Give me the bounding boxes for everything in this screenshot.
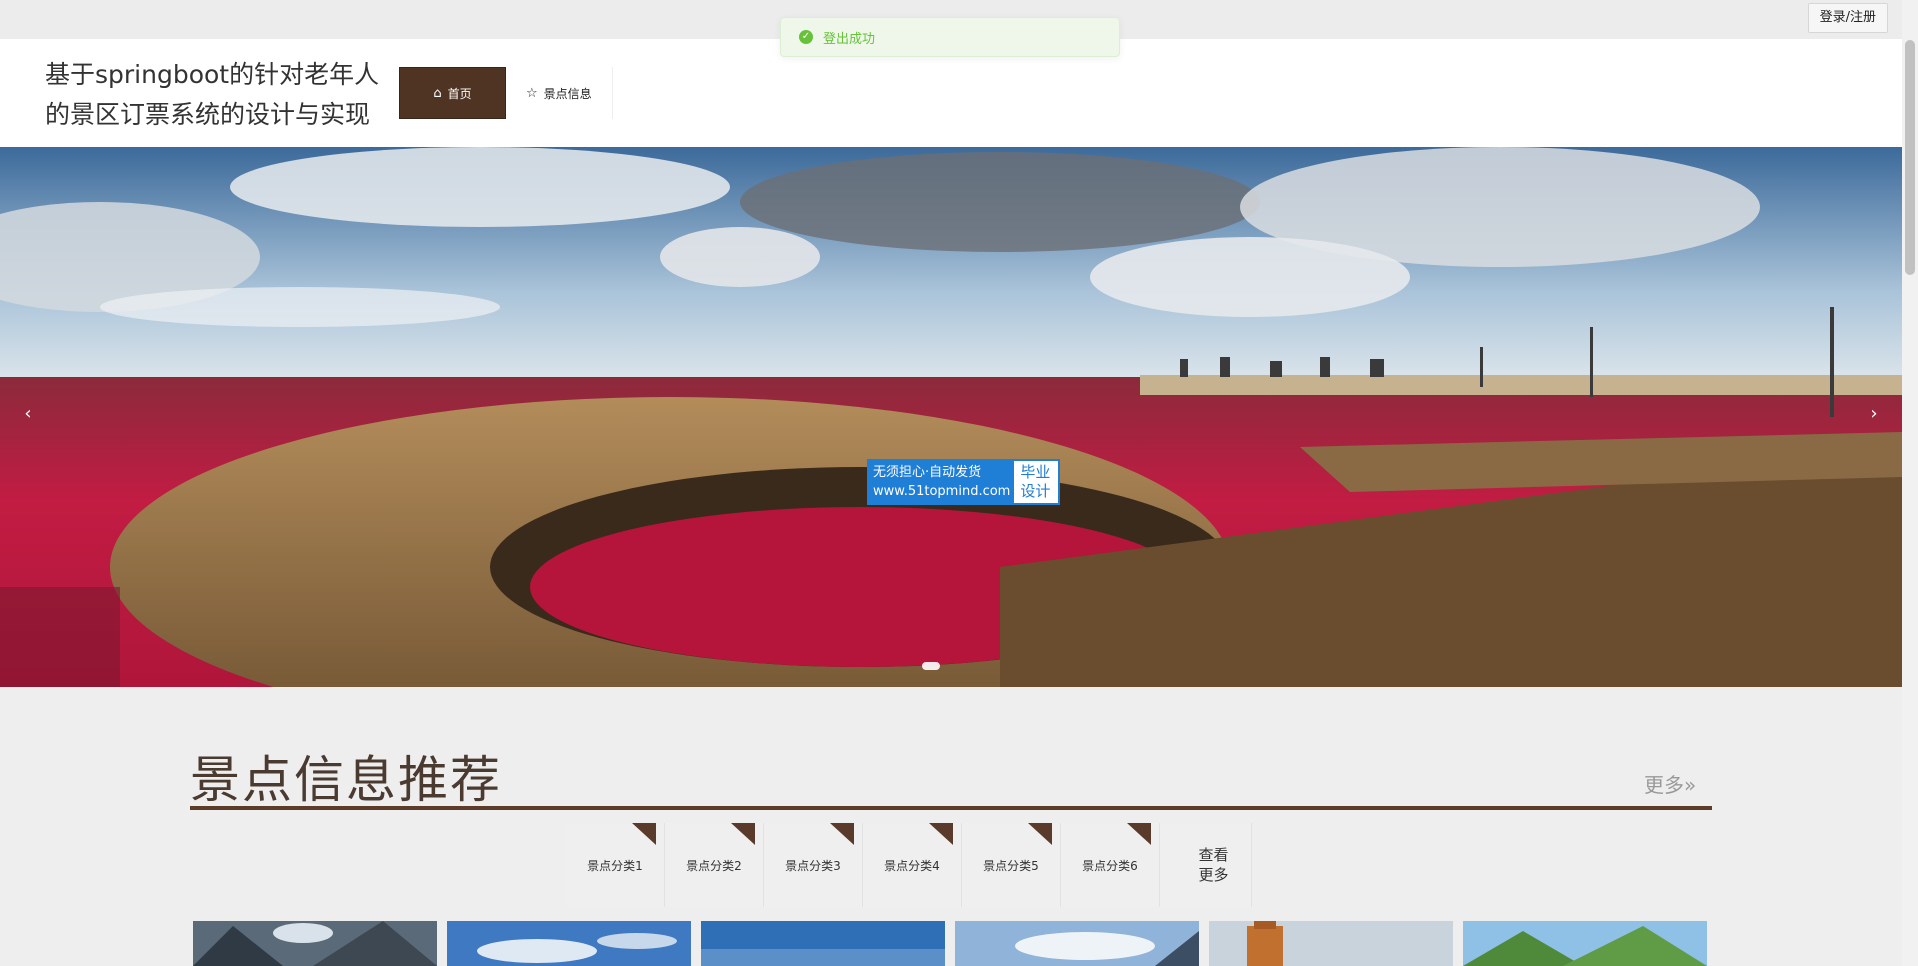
watermark-line1: 无须担心·自动发货 — [873, 465, 982, 480]
attraction-image — [701, 921, 945, 966]
category-tab[interactable]: 景点分类6 — [1061, 823, 1160, 907]
category-tab[interactable]: 景点分类4 — [863, 823, 962, 907]
category-tabs: 景点分类1 景点分类2 景点分类3 景点分类4 景点分类5 景点分类6 查看更多 — [566, 823, 1252, 907]
section-divider — [190, 806, 1712, 810]
section-title: 景点信息推荐 — [190, 751, 502, 809]
hero-image — [0, 147, 1902, 687]
attraction-thumbnails — [193, 921, 1707, 966]
category-label: 景点分类5 — [983, 858, 1039, 873]
site-title: 基于springboot的针对老年人的景区订票系统的设计与实现 — [45, 60, 380, 129]
corner-flag-icon — [830, 823, 854, 845]
attraction-image — [447, 921, 691, 966]
attraction-card[interactable] — [701, 921, 945, 966]
carousel-indicators — [922, 662, 940, 670]
main-nav: ⌂ 首页 ☆ 景点信息 — [399, 67, 613, 119]
category-tab[interactable]: 景点分类5 — [962, 823, 1061, 907]
category-tab[interactable]: 景点分类2 — [665, 823, 764, 907]
attraction-card[interactable] — [1209, 921, 1453, 966]
attraction-image — [193, 921, 437, 966]
carousel-next-button[interactable]: › — [1862, 402, 1886, 426]
star-icon: ☆ — [526, 85, 538, 101]
chevron-left-icon: ‹ — [24, 403, 32, 424]
check-circle-icon: ✓ — [799, 30, 813, 44]
watermark-right: 毕业设计 — [1014, 461, 1059, 503]
carousel-dot[interactable] — [922, 662, 940, 670]
category-tab[interactable]: 景点分类1 — [566, 823, 665, 907]
watermark-badge: 无须担心·自动发货 www.51topmind.com 毕业设计 — [867, 459, 1061, 505]
corner-flag-icon — [632, 823, 656, 845]
nav-item-label: 景点信息 — [543, 86, 592, 101]
toast-message: 登出成功 — [823, 31, 876, 47]
login-register-button[interactable]: 登录/注册 — [1807, 3, 1888, 33]
category-label: 景点分类4 — [884, 858, 940, 873]
corner-flag-icon — [1127, 823, 1151, 845]
attraction-image — [955, 921, 1199, 966]
attraction-image — [1463, 921, 1707, 966]
see-more-label: 查看更多 — [1198, 846, 1229, 884]
watermark-left: 无须担心·自动发货 www.51topmind.com — [869, 461, 1015, 503]
success-toast: ✓ 登出成功 — [780, 17, 1120, 57]
attraction-image — [1209, 921, 1453, 966]
attraction-card[interactable] — [1463, 921, 1707, 966]
category-tab[interactable]: 景点分类3 — [764, 823, 863, 907]
nav-item-home[interactable]: ⌂ 首页 — [399, 67, 506, 119]
see-more-button[interactable]: 查看更多 — [1160, 823, 1252, 907]
category-label: 景点分类6 — [1082, 858, 1138, 873]
corner-flag-icon — [929, 823, 953, 845]
category-label: 景点分类1 — [587, 858, 643, 873]
carousel-prev-button[interactable]: ‹ — [16, 402, 40, 426]
corner-flag-icon — [1028, 823, 1052, 845]
category-label: 景点分类3 — [785, 858, 841, 873]
category-label: 景点分类2 — [686, 858, 742, 873]
corner-flag-icon — [731, 823, 755, 845]
more-link[interactable]: 更多» — [1644, 769, 1696, 798]
nav-item-label: 首页 — [447, 86, 472, 101]
nav-item-attractions[interactable]: ☆ 景点信息 — [506, 67, 613, 119]
attraction-card[interactable] — [193, 921, 437, 966]
attraction-card[interactable] — [955, 921, 1199, 966]
page-scrollbar[interactable] — [1902, 0, 1918, 966]
hero-carousel[interactable]: ‹ › 无须担心·自动发货 www.51topmind.com 毕业设计 — [0, 147, 1902, 687]
watermark-line2: www.51topmind.com — [873, 484, 1011, 499]
chevron-right-icon: › — [1870, 403, 1878, 424]
home-icon: ⌂ — [433, 85, 442, 101]
attraction-card[interactable] — [447, 921, 691, 966]
scrollbar-thumb[interactable] — [1905, 40, 1915, 275]
